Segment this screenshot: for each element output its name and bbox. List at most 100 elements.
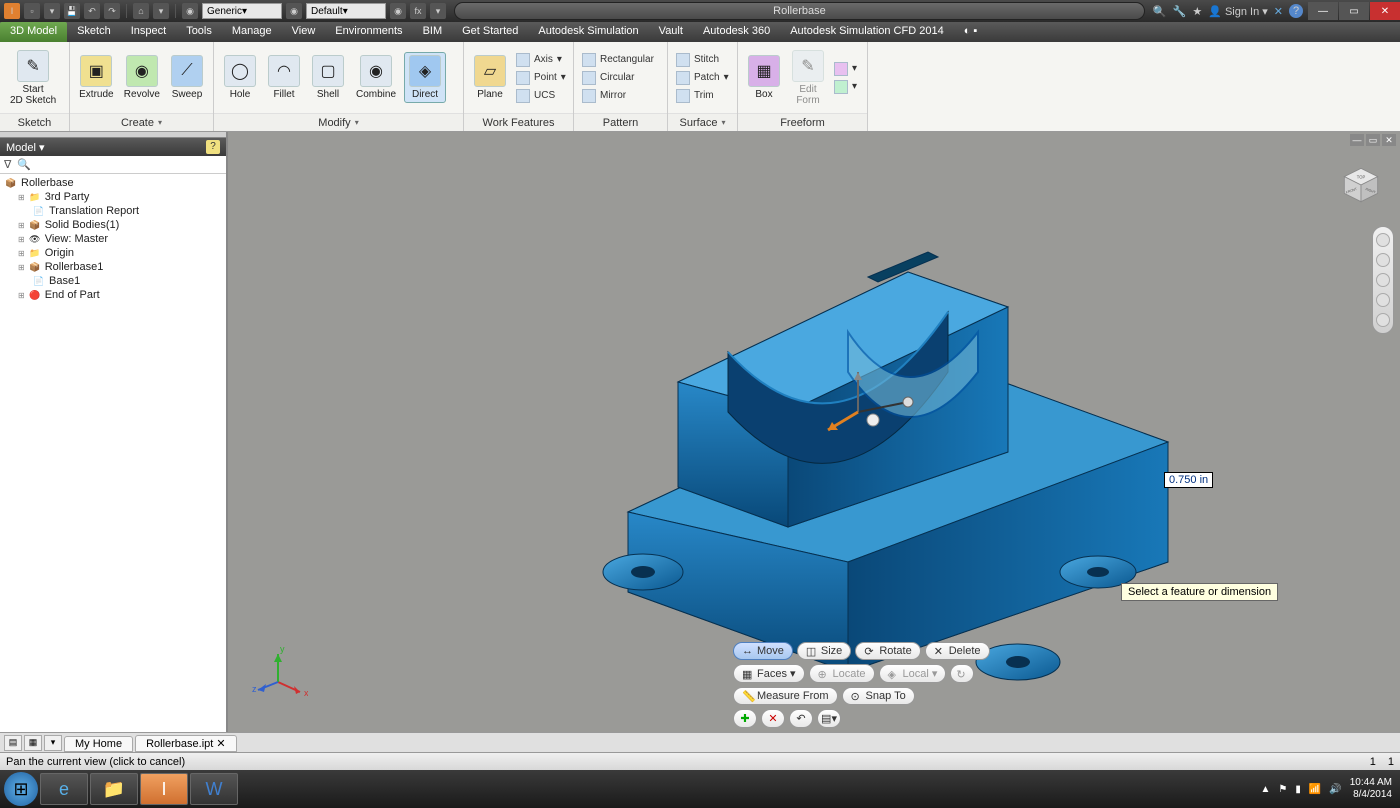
tab-bim[interactable]: BIM [413, 22, 453, 42]
size-button[interactable]: ◫Size [797, 642, 851, 660]
rotate-button[interactable]: ⟳Rotate [855, 642, 920, 660]
tab-home[interactable]: My Home [64, 736, 133, 752]
point-button[interactable]: Point ▾ [514, 70, 568, 86]
view-cube[interactable]: TOP FRONT RIGHT [1336, 160, 1386, 210]
tab-list-icon[interactable]: ▤ [4, 735, 22, 751]
browser-help-icon[interactable]: ? [206, 140, 220, 154]
tab-manage[interactable]: Manage [222, 22, 282, 42]
tab-view[interactable]: View [282, 22, 326, 42]
direct-button[interactable]: ◈Direct [404, 52, 446, 103]
more-icon[interactable]: ▾ [430, 3, 446, 19]
nav-pan-icon[interactable] [1376, 253, 1390, 267]
tray-up-icon[interactable]: ▲ [1260, 784, 1270, 795]
tree-item[interactable]: ⊞ 👁View: Master [4, 232, 222, 246]
circ-pattern-button[interactable]: Circular [580, 70, 656, 86]
delete-button[interactable]: ✕Delete [925, 642, 990, 660]
combine-button[interactable]: ◉Combine [352, 53, 400, 102]
tree-item[interactable]: ⊞ 📁3rd Party [4, 190, 222, 204]
edit-form-button[interactable]: ✎Edit Form [788, 48, 828, 108]
cancel-button[interactable]: ✕ [761, 709, 785, 728]
nav-orbit-icon[interactable] [1376, 293, 1390, 307]
tab-cfd[interactable]: Autodesk Simulation CFD 2014 [780, 22, 953, 42]
panel-surface-label[interactable]: Surface [668, 113, 737, 131]
save-icon[interactable]: 💾 [64, 3, 80, 19]
color-icon[interactable]: ◉ [390, 3, 406, 19]
search-icon[interactable]: 🔍 [1153, 5, 1167, 18]
tab-sketch[interactable]: Sketch [67, 22, 121, 42]
browser-header[interactable]: Model ▾ ? [0, 138, 226, 156]
trim-button[interactable]: Trim [674, 88, 731, 104]
extra-button[interactable]: ↻ [950, 664, 974, 683]
apply-button[interactable]: ↶ [789, 709, 813, 728]
tab-get-started[interactable]: Get Started [452, 22, 528, 42]
tab-environments[interactable]: Environments [325, 22, 412, 42]
panel-modify-label[interactable]: Modify [214, 113, 463, 131]
nav-zoom-icon[interactable] [1376, 273, 1390, 287]
nav-wheel-icon[interactable] [1376, 233, 1390, 247]
search-tree-icon[interactable]: 🔍 [17, 158, 31, 171]
tab-extras[interactable]: ◐ ▪ [954, 22, 988, 42]
help-icon[interactable]: ? [1289, 4, 1303, 18]
param-icon[interactable]: fx [410, 3, 426, 19]
stitch-button[interactable]: Stitch [674, 52, 731, 68]
mirror-button[interactable]: Mirror [580, 88, 656, 104]
select-icon[interactable]: ▾ [153, 3, 169, 19]
nav-bar[interactable] [1372, 226, 1394, 334]
tab-tools[interactable]: Tools [176, 22, 222, 42]
tray-flag-icon[interactable]: ⚑ [1278, 784, 1287, 795]
material-icon[interactable]: ◉ [182, 3, 198, 19]
viewport[interactable]: — ▭ ✕ [228, 132, 1400, 732]
locate-button[interactable]: ⊕Locate [809, 664, 875, 683]
ok-button[interactable]: ✚ [733, 709, 757, 728]
faces-button[interactable]: ▦Faces ▾ [733, 664, 805, 683]
taskbar-word[interactable]: W [190, 773, 238, 805]
tab-file[interactable]: Rollerbase.ipt ✕ [135, 735, 237, 752]
key-icon[interactable]: 🔧 [1173, 5, 1187, 18]
move-button[interactable]: ↔Move [733, 642, 793, 660]
plane-button[interactable]: ▱Plane [470, 53, 510, 102]
sweep-button[interactable]: ⟋Sweep [167, 53, 207, 102]
patch-button[interactable]: Patch ▾ [674, 70, 731, 86]
tree-item[interactable]: 📄Translation Report [4, 204, 222, 218]
close-button[interactable]: ✕ [1370, 2, 1400, 20]
local-button[interactable]: ◈Local ▾ [879, 664, 947, 683]
options-button[interactable]: ▤▾ [817, 709, 841, 728]
tab-cascade-icon[interactable]: ▾ [44, 735, 62, 751]
tab-a360[interactable]: Autodesk 360 [693, 22, 780, 42]
measure-from-button[interactable]: 📏Measure From [733, 687, 838, 705]
start-button[interactable]: ⊞ [4, 772, 38, 806]
nav-look-icon[interactable] [1376, 313, 1390, 327]
snap-to-button[interactable]: ⊙Snap To [842, 687, 915, 705]
app-icon[interactable]: I [4, 3, 20, 19]
tab-3d-model[interactable]: 3D Model [0, 22, 67, 42]
clock[interactable]: 10:44 AM 8/4/2014 [1350, 777, 1396, 801]
model-tree[interactable]: 📦Rollerbase ⊞ 📁3rd Party📄Translation Rep… [0, 174, 226, 732]
tree-item[interactable]: ⊞ 📦Rollerbase1 [4, 260, 222, 274]
tree-item[interactable]: 📄Base1 [4, 274, 222, 288]
new-icon[interactable]: ▫ [24, 3, 40, 19]
tab-simulation[interactable]: Autodesk Simulation [528, 22, 648, 42]
tray-battery-icon[interactable]: ▮ [1295, 784, 1301, 795]
revolve-button[interactable]: ◉Revolve [121, 53, 163, 102]
tree-item[interactable]: ⊞ 📁Origin [4, 246, 222, 260]
exchange-icon[interactable]: ✕ [1274, 5, 1283, 18]
maximize-button[interactable]: ▭ [1339, 2, 1369, 20]
panel-create-label[interactable]: Create [70, 113, 213, 131]
filter-icon[interactable]: ∇ [4, 158, 11, 171]
appearance-dropdown[interactable]: Default ▾ [306, 3, 386, 19]
tree-root[interactable]: 📦Rollerbase [4, 176, 222, 190]
material-dropdown[interactable]: Generic ▾ [202, 3, 282, 19]
extrude-button[interactable]: ▣Extrude [76, 53, 117, 102]
taskbar-ie[interactable]: e [40, 773, 88, 805]
taskbar-explorer[interactable]: 📁 [90, 773, 138, 805]
hole-button[interactable]: ◯Hole [220, 53, 260, 102]
tab-tile-icon[interactable]: ▦ [24, 735, 42, 751]
start-sketch-button[interactable]: ✎Start 2D Sketch [6, 48, 60, 108]
tray-volume-icon[interactable]: 🔊 [1329, 784, 1341, 795]
ucs-button[interactable]: UCS [514, 88, 568, 104]
box-button[interactable]: ▦Box [744, 53, 784, 102]
rect-pattern-button[interactable]: Rectangular [580, 52, 656, 68]
signin-button[interactable]: 👤 Sign In ▾ [1208, 5, 1268, 18]
home-icon[interactable]: ⌂ [133, 3, 149, 19]
redo-icon[interactable]: ↷ [104, 3, 120, 19]
